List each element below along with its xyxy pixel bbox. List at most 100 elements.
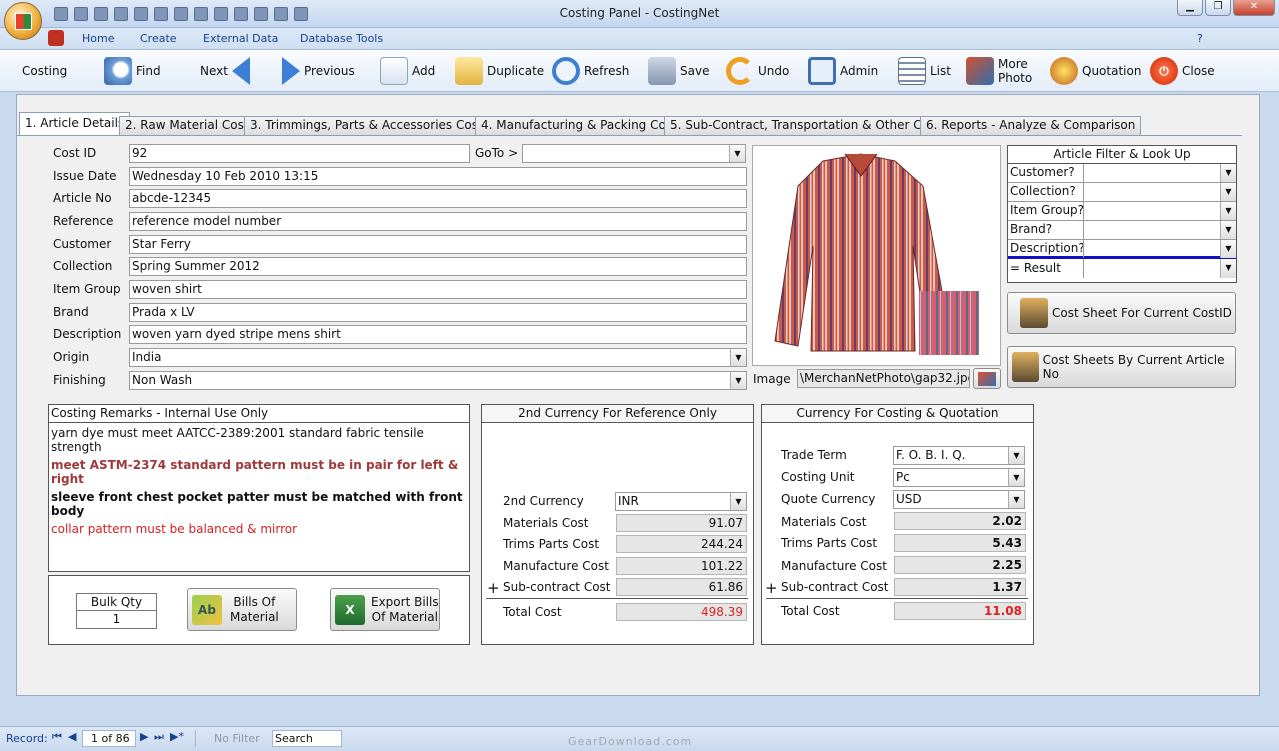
filter-row-collection[interactable]: Collection? ▼	[1008, 183, 1236, 202]
second-currency-value: INR	[618, 494, 639, 508]
duplicate-button[interactable]: Duplicate	[455, 56, 544, 86]
last-record-icon[interactable]: ⏭	[154, 730, 164, 744]
admin-icon	[808, 57, 836, 85]
chevron-down-icon: ▼	[1008, 469, 1024, 486]
filter-row-description[interactable]: Description? ▼	[1008, 240, 1236, 259]
menu-home[interactable]: Home	[82, 32, 114, 45]
total-divider	[766, 598, 1028, 599]
finishing-label: Finishing	[53, 373, 106, 387]
origin-select[interactable]: India ▼	[129, 348, 747, 367]
quotation-icon	[1050, 57, 1078, 85]
trade-term-value: F. O. B. I. Q.	[896, 448, 966, 462]
filter-result-row[interactable]: = Result ▼	[1008, 259, 1236, 279]
help-icon[interactable]: ?	[1197, 32, 1203, 45]
finishing-select[interactable]: Non Wash ▼	[129, 371, 747, 390]
item-group-field[interactable]: woven shirt	[129, 280, 747, 299]
brand-field[interactable]: Prada x LV	[129, 303, 747, 322]
quote-currency-select[interactable]: USD ▼	[893, 490, 1025, 509]
next-button[interactable]: Next	[200, 56, 250, 86]
next-record-icon[interactable]: ▶	[140, 730, 148, 743]
sc-trims-value: 244.24	[616, 535, 747, 553]
trade-term-select[interactable]: F. O. B. I. Q. ▼	[893, 446, 1025, 465]
browse-image-button[interactable]	[973, 368, 1001, 389]
image-path-field[interactable]: \MerchanNetPhoto\gap32.jpg	[797, 369, 970, 388]
brand-label: Brand	[53, 305, 89, 319]
cc-subcontract-label: Sub-contract Cost	[781, 580, 889, 594]
previous-label: Previous	[304, 64, 355, 78]
quote-currency-value: USD	[896, 492, 922, 506]
undo-button[interactable]: Undo	[726, 56, 789, 86]
goto-select[interactable]: ▼	[522, 144, 746, 163]
reference-field[interactable]: reference model number	[129, 212, 747, 231]
menu-external-data[interactable]: External Data	[203, 32, 278, 45]
description-field[interactable]: woven yarn dyed stripe mens shirt	[129, 325, 747, 344]
save-disk-icon	[648, 57, 676, 85]
admin-button[interactable]: Admin	[808, 56, 878, 86]
filter-row-item-group[interactable]: Item Group? ▼	[1008, 202, 1236, 221]
cost-sheet-current-costid-button[interactable]: Cost Sheet For Current CostID	[1007, 292, 1236, 334]
goto-label: GoTo >	[475, 146, 519, 160]
refresh-button[interactable]: Refresh	[552, 56, 629, 86]
add-label: Add	[412, 64, 436, 78]
menu-database-tools[interactable]: Database Tools	[300, 32, 383, 45]
cost-sheets-article-label: Cost Sheets By Current Article No	[1042, 353, 1225, 381]
find-icon	[104, 57, 132, 85]
cost-id-field[interactable]: 92	[129, 144, 470, 163]
filter-row-customer[interactable]: Customer? ▼	[1008, 164, 1236, 183]
tab-subcontract[interactable]: 5. Sub-Contract, Transportation & Other …	[664, 116, 946, 135]
window-title: Costing Panel - CostingNet	[559, 6, 720, 20]
refresh-icon	[552, 57, 580, 85]
cc-subcontract-value: 1.37	[894, 578, 1026, 596]
article-filter-panel: Article Filter & Look Up Customer? ▼ Coll…	[1007, 145, 1237, 283]
customer-field[interactable]: Star Ferry	[129, 235, 747, 254]
maximize-button[interactable]: ❐	[1205, 0, 1231, 16]
tab-raw-material[interactable]: 2. Raw Material Cost	[119, 116, 255, 135]
add-button[interactable]: Add	[380, 56, 435, 86]
quotation-button[interactable]: Quotation	[1050, 56, 1141, 86]
close-window-button[interactable]: ✕	[1233, 0, 1275, 16]
bulk-qty-field[interactable]: 1	[77, 611, 156, 628]
origin-value: India	[132, 350, 162, 364]
first-record-icon[interactable]: ⏮	[52, 730, 62, 744]
more-photo-button[interactable]: More Photo	[966, 56, 1032, 86]
article-no-label: Article No	[53, 191, 112, 205]
filter-row-brand[interactable]: Brand? ▼	[1008, 221, 1236, 240]
remark-line-4[interactable]: collar pattern must be balanced & mirror	[51, 522, 297, 536]
no-filter-button[interactable]: No Filter	[195, 730, 265, 747]
find-label: Find	[136, 64, 161, 78]
record-position-field[interactable]: 1 of 86	[82, 730, 136, 747]
tab-reports[interactable]: 6. Reports - Analyze & Comparison	[920, 116, 1142, 135]
tab-manufacturing[interactable]: 4. Manufacturing & Packing Cost	[475, 116, 683, 135]
save-button[interactable]: Save	[648, 56, 709, 86]
second-currency-label: 2nd Currency	[503, 494, 584, 508]
admin-label: Admin	[840, 64, 879, 78]
sc-total-label: Total Cost	[503, 605, 562, 619]
collection-field[interactable]: Spring Summer 2012	[129, 257, 747, 276]
issue-date-label: Issue Date	[53, 169, 117, 183]
export-bills-button[interactable]: X Export Bills Of Material	[330, 588, 440, 631]
prev-record-icon[interactable]: ◀	[68, 730, 76, 743]
find-button[interactable]: Find	[104, 56, 161, 86]
costing-unit-select[interactable]: Pc ▼	[893, 468, 1025, 487]
minimize-button[interactable]: ▁	[1177, 0, 1203, 16]
list-button[interactable]: List	[898, 56, 951, 86]
issue-date-field[interactable]: Wednesday 10 Feb 2010 13:15	[129, 167, 747, 186]
tab-trimmings[interactable]: 3. Trimmings, Parts & Accessories Cost	[244, 116, 489, 135]
search-input[interactable]: Search	[272, 730, 342, 747]
chevron-down-icon: ▼	[730, 349, 746, 366]
new-record-icon[interactable]: ▶*	[170, 730, 184, 743]
close-button[interactable]: ⏻ Close	[1150, 56, 1215, 86]
previous-button[interactable]: Previous	[282, 56, 355, 86]
tab-article-details[interactable]: 1. Article Details	[19, 112, 131, 136]
cc-manufacture-label: Manufacture Cost	[781, 559, 887, 573]
cost-sheets-article-button[interactable]: Cost Sheets By Current Article No	[1007, 346, 1236, 388]
remark-line-2[interactable]: meet ASTM-2374 standard pattern must be …	[51, 458, 469, 486]
menu-create[interactable]: Create	[140, 32, 177, 45]
remark-line-3[interactable]: sleeve front chest pocket patter must be…	[51, 490, 469, 518]
office-button[interactable]	[4, 2, 42, 40]
arrow-left-icon	[231, 57, 250, 85]
article-no-field[interactable]: abcde-12345	[129, 189, 747, 208]
second-currency-select[interactable]: INR ▼	[615, 492, 747, 511]
remark-line-1[interactable]: yarn dye must meet AATCC-2389:2001 stand…	[51, 426, 469, 454]
bills-of-material-button[interactable]: Ab Bills Of Material	[187, 588, 297, 631]
